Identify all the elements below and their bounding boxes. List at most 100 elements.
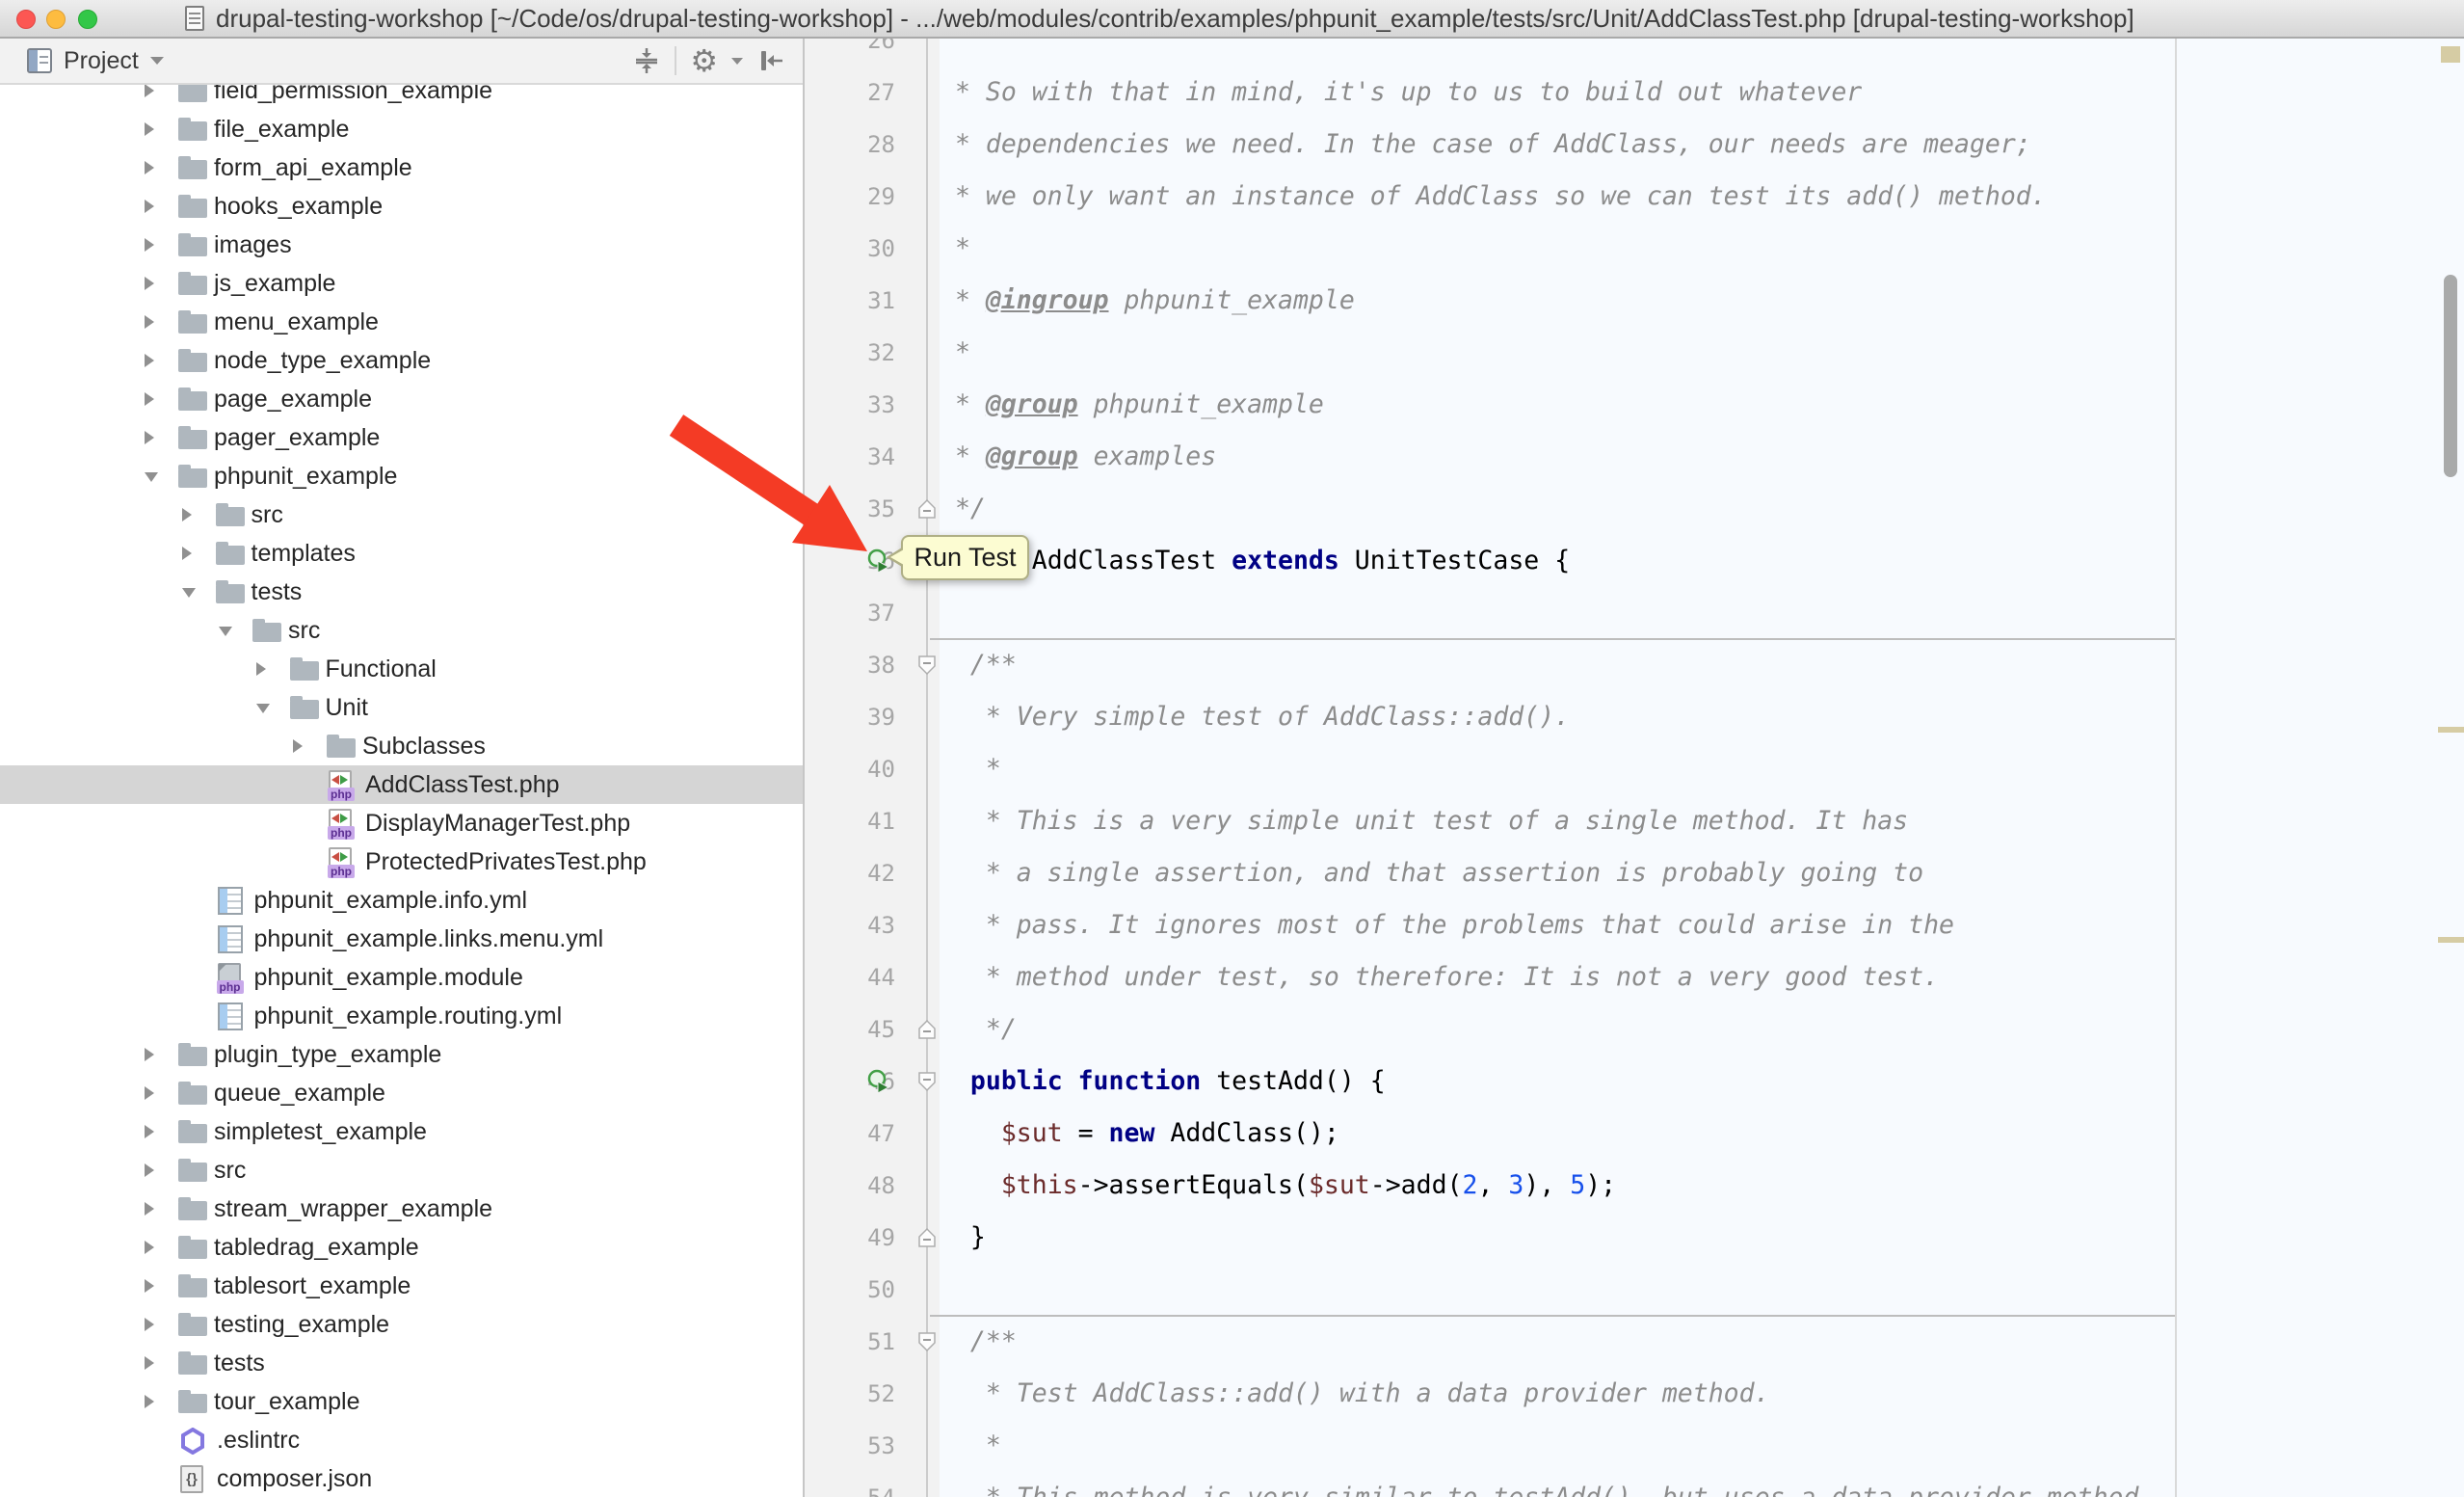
tree-item-simpletest-example[interactable]: simpletest_example [0,1112,805,1151]
code-line-34[interactable]: 34 * @group examples [805,431,2464,483]
code-line-37[interactable]: 37 [805,587,2464,639]
close-button[interactable] [16,10,36,29]
fold-marker-down-icon[interactable] [916,655,938,676]
code-line-27[interactable]: 27 * So with that in mind, it's up to us… [805,67,2464,119]
chevron-collapsed-icon[interactable] [145,1318,154,1331]
chevron-collapsed-icon[interactable] [145,431,154,444]
tree-item-file-example[interactable]: file_example [0,110,805,148]
chevron-collapsed-icon[interactable] [145,161,154,174]
code-line-33[interactable]: 33 * @group phpunit_example [805,379,2464,431]
warning-stripe-mark[interactable] [2441,46,2460,63]
tree-item-testing-example[interactable]: testing_example [0,1305,805,1344]
tree-item-form-api-example[interactable]: form_api_example [0,148,805,187]
chevron-expanded-icon[interactable] [219,627,232,636]
code-line-43[interactable]: 43 * pass. It ignores most of the proble… [805,899,2464,951]
tree-item-phpunit-example-module[interactable]: phpphpunit_example.module [0,958,805,997]
tree-item-src[interactable]: src [0,611,805,650]
tree-item-subclasses[interactable]: Subclasses [0,727,805,765]
editor-scrollbar[interactable] [2444,275,2457,477]
tree-item-tests[interactable]: tests [0,573,805,611]
project-view-selector[interactable]: Project [27,39,164,83]
fold-marker-up-icon[interactable] [916,1019,938,1040]
chevron-collapsed-icon[interactable] [145,1279,154,1293]
warning-stripe-mark[interactable] [2438,937,2464,943]
chevron-expanded-icon[interactable] [182,588,196,598]
hide-panel-icon[interactable] [756,46,785,75]
code-line-40[interactable]: 40 * [805,743,2464,795]
code-line-30[interactable]: 30 * [805,223,2464,275]
chevron-collapsed-icon[interactable] [145,392,154,406]
code-line-51[interactable]: 51 /** [805,1316,2464,1368]
code-line-41[interactable]: 41 * This is a very simple unit test of … [805,795,2464,847]
tree-item-tests[interactable]: tests [0,1344,805,1382]
code-line-38[interactable]: 38 /** [805,639,2464,691]
tree-item-menu-example[interactable]: menu_example [0,303,805,341]
code-line-32[interactable]: 32 * [805,327,2464,379]
chevron-collapsed-icon[interactable] [182,547,192,560]
fold-marker-down-icon[interactable] [916,1071,938,1092]
tree-item-stream-wrapper-example[interactable]: stream_wrapper_example [0,1190,805,1228]
chevron-collapsed-icon[interactable] [293,739,303,753]
code-line-42[interactable]: 42 * a single assertion, and that assert… [805,847,2464,899]
code-line-45[interactable]: 45 */ [805,1003,2464,1056]
tree-item-src[interactable]: src [0,1151,805,1190]
tree-item-functional[interactable]: Functional [0,650,805,688]
chevron-collapsed-icon[interactable] [145,1356,154,1370]
tree-item-tour-example[interactable]: tour_example [0,1382,805,1421]
tree-item--eslintrc[interactable]: .eslintrc [0,1421,805,1459]
tree-item-tabledrag-example[interactable]: tabledrag_example [0,1228,805,1267]
tree-item-phpunit-example-routing-yml[interactable]: phpunit_example.routing.yml [0,997,805,1035]
zoom-button[interactable] [78,10,97,29]
fold-marker-up-icon[interactable] [916,1227,938,1248]
collapse-all-icon[interactable] [632,46,661,75]
tree-item-queue-example[interactable]: queue_example [0,1074,805,1112]
tree-item-hooks-example[interactable]: hooks_example [0,187,805,226]
code-line-26[interactable]: 26 [805,39,2464,67]
warning-stripe-mark[interactable] [2438,727,2464,733]
chevron-collapsed-icon[interactable] [145,277,154,290]
gear-chevron-icon[interactable] [731,58,743,65]
chevron-collapsed-icon[interactable] [145,1163,154,1177]
tree-item-plugin-type-example[interactable]: plugin_type_example [0,1035,805,1074]
chevron-expanded-icon[interactable] [145,472,158,482]
tree-item-node-type-example[interactable]: node_type_example [0,341,805,380]
settings-gear-icon[interactable]: ⚙ [690,45,718,76]
tree-item-displaymanagertest-php[interactable]: phpDisplayManagerTest.php [0,804,805,842]
code-line-48[interactable]: 48 $this->assertEquals($sut->add(2, 3), … [805,1160,2464,1212]
code-line-49[interactable]: 49 } [805,1212,2464,1264]
code-line-53[interactable]: 53 * [805,1420,2464,1472]
chevron-collapsed-icon[interactable] [145,1241,154,1254]
chevron-collapsed-icon[interactable] [145,200,154,213]
chevron-collapsed-icon[interactable] [145,354,154,367]
tree-item-tablesort-example[interactable]: tablesort_example [0,1267,805,1305]
chevron-collapsed-icon[interactable] [145,1202,154,1216]
chevron-collapsed-icon[interactable] [145,1086,154,1100]
tree-item-phpunit-example-links-menu-yml[interactable]: phpunit_example.links.menu.yml [0,920,805,958]
fold-marker-down-icon[interactable] [916,1331,938,1352]
tree-item-addclasstest-php[interactable]: phpAddClassTest.php [0,765,805,804]
code-line-36[interactable]: 36class AddClassTest extends UnitTestCas… [805,535,2464,587]
tree-item-protectedprivatestest-php[interactable]: phpProtectedPrivatesTest.php [0,842,805,881]
code-line-52[interactable]: 52 * Test AddClass::add() with a data pr… [805,1368,2464,1420]
code-line-39[interactable]: 39 * Very simple test of AddClass::add()… [805,691,2464,743]
chevron-collapsed-icon[interactable] [145,1125,154,1138]
code-line-44[interactable]: 44 * method under test, so therefore: It… [805,951,2464,1003]
code-line-29[interactable]: 29 * we only want an instance of AddClas… [805,171,2464,223]
code-line-28[interactable]: 28 * dependencies we need. In the case o… [805,119,2464,171]
tree-item-phpunit-example-info-yml[interactable]: phpunit_example.info.yml [0,881,805,920]
code-line-47[interactable]: 47 $sut = new AddClass(); [805,1108,2464,1160]
chevron-collapsed-icon[interactable] [256,662,266,676]
tree-item-composer-json[interactable]: {}composer.json [0,1459,805,1497]
chevron-collapsed-icon[interactable] [145,1395,154,1408]
chevron-expanded-icon[interactable] [256,704,270,713]
fold-marker-up-icon[interactable] [916,498,938,520]
run-test-icon[interactable] [866,1069,891,1094]
code-line-46[interactable]: 46 public function testAdd() { [805,1056,2464,1108]
code-line-35[interactable]: 35 */ [805,483,2464,535]
chevron-collapsed-icon[interactable] [145,238,154,252]
minimize-button[interactable] [46,10,66,29]
tree-item-images[interactable]: images [0,226,805,264]
tree-item-js-example[interactable]: js_example [0,264,805,303]
chevron-collapsed-icon[interactable] [145,1048,154,1061]
tree-item-unit[interactable]: Unit [0,688,805,727]
